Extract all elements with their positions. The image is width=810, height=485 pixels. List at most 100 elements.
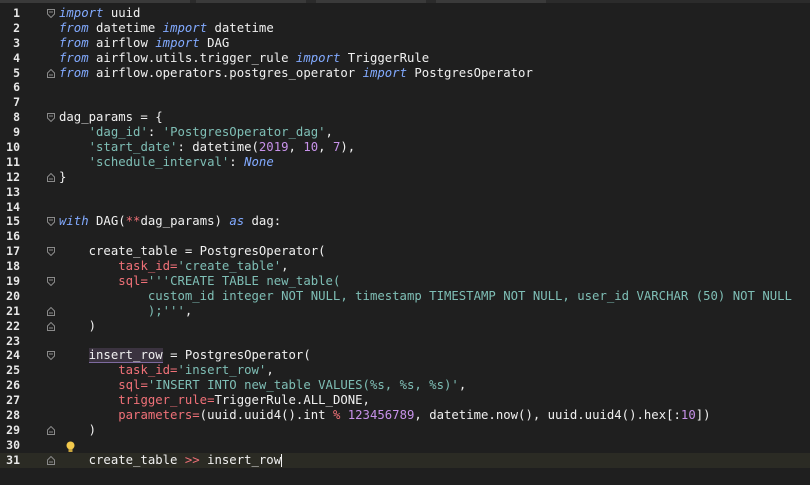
fold-open-icon[interactable] [47, 113, 55, 123]
code-line[interactable]: 27 trigger_rule=TriggerRule.ALL_DONE, [0, 393, 810, 408]
code-line[interactable]: 7 [0, 95, 810, 110]
line-number: 20 [6, 288, 20, 303]
code-token: , [318, 140, 333, 155]
code-line[interactable]: 13 [0, 185, 810, 200]
code-text[interactable]: 'dag_id': 'PostgresOperator_dag', [59, 125, 333, 140]
line-number: 13 [6, 184, 20, 199]
fold-open-icon[interactable] [47, 247, 55, 257]
code-token: with [59, 214, 89, 229]
code-text[interactable]: custom_id integer NOT NULL, timestamp TI… [59, 289, 792, 304]
code-token: insert_row [88, 348, 163, 364]
code-line[interactable]: 6 [0, 80, 810, 95]
line-number: 17 [6, 244, 20, 259]
tab[interactable] [316, 0, 426, 3]
code-token: from [59, 50, 89, 65]
code-text[interactable]: ) [59, 319, 96, 334]
fold-close-icon[interactable] [47, 425, 55, 435]
fold-open-icon[interactable] [47, 9, 55, 18]
fold-close-icon[interactable] [47, 172, 55, 182]
code-text[interactable]: 'start_date': datetime(2019, 10, 7), [59, 140, 356, 155]
code-line[interactable]: 28 parameters=(uuid.uuid4().int % 123456… [0, 408, 810, 423]
code-line[interactable]: 2 from datetime import datetime [0, 21, 810, 36]
code-line[interactable]: 18 task_id='create_table', [0, 259, 810, 274]
code-token: ) [59, 318, 97, 333]
fold-open-icon[interactable] [47, 217, 55, 227]
tab-strip [0, 0, 810, 3]
fold-close-icon[interactable] [47, 68, 55, 78]
code-text[interactable]: insert_row = PostgresOperator( [59, 348, 311, 364]
code-token: create_table = PostgresOperator( [59, 244, 326, 259]
text-cursor [281, 453, 283, 467]
tab[interactable] [436, 0, 546, 3]
code-text[interactable]: } [59, 170, 66, 185]
code-token: sql= [118, 274, 148, 289]
code-line[interactable]: 14 [0, 200, 810, 215]
code-line[interactable]: 22 ) [0, 319, 810, 334]
fold-open-icon[interactable] [47, 277, 55, 287]
line-number: 10 [6, 140, 20, 155]
fold-close-icon[interactable] [47, 306, 55, 316]
code-text[interactable]: trigger_rule=TriggerRule.ALL_DONE, [59, 393, 370, 408]
code-text[interactable]: from airflow.utils.trigger_rule import T… [59, 51, 429, 66]
code-token: >> [184, 452, 200, 467]
code-text[interactable]: create_table >> insert_row [59, 452, 283, 468]
code-token: task_id= [118, 259, 178, 274]
line-number: 15 [6, 214, 20, 229]
code-line[interactable]: 24 insert_row = PostgresOperator( [0, 348, 810, 364]
code-line[interactable]: 26 sql='INSERT INTO new_table VALUES(%s,… [0, 378, 810, 393]
code-token: 'schedule_interval' [88, 154, 230, 169]
code-line[interactable]: 4 from airflow.utils.trigger_rule import … [0, 51, 810, 66]
code-line[interactable]: 16 [0, 229, 810, 244]
code-token: uuid [103, 6, 141, 20]
code-line[interactable]: 23 [0, 334, 810, 349]
code-token: , [281, 259, 289, 274]
code-token: import [362, 65, 407, 80]
code-line[interactable]: 19 sql='''CREATE TABLE new_table( [0, 274, 810, 289]
code-line[interactable]: 31 create_table >> insert_row [0, 452, 810, 468]
code-line[interactable]: 8 dag_params = { [0, 110, 810, 125]
code-text[interactable]: );''', [59, 304, 192, 319]
code-line[interactable]: 17 create_table = PostgresOperator( [0, 244, 810, 259]
code-token: ]) [695, 408, 711, 423]
code-line[interactable]: 30 [0, 438, 810, 453]
code-line[interactable]: 21 );''', [0, 304, 810, 319]
code-line[interactable]: 12} [0, 170, 810, 185]
code-text[interactable]: ) [59, 423, 96, 438]
code-token: ** [125, 214, 141, 229]
code-line[interactable]: 20 custom_id integer NOT NULL, timestamp… [0, 289, 810, 304]
code-token: ) [59, 422, 97, 437]
code-line[interactable]: 25 task_id='insert_row', [0, 363, 810, 378]
code-text[interactable]: from airflow import DAG [59, 36, 229, 51]
code-token: from [59, 65, 89, 80]
code-line[interactable]: 3 from airflow import DAG [0, 36, 810, 51]
code-text[interactable]: sql='''CREATE TABLE new_table( [59, 274, 340, 289]
code-text[interactable]: create_table = PostgresOperator( [59, 244, 326, 259]
code-text[interactable]: task_id='create_table', [59, 259, 289, 274]
code-text[interactable]: sql='INSERT INTO new_table VALUES(%s, %s… [59, 378, 466, 393]
code-line[interactable]: 9 'dag_id': 'PostgresOperator_dag', [0, 125, 810, 140]
code-line[interactable]: 5 from airflow.operators.postgres_operato… [0, 66, 810, 81]
code-line[interactable]: 29 ) [0, 423, 810, 438]
code-text[interactable]: import uuid [59, 6, 140, 21]
fold-close-icon[interactable] [47, 321, 55, 331]
code-token: parameters= [118, 408, 200, 423]
code-line[interactable]: 11 'schedule_interval': None [0, 155, 810, 170]
fold-close-icon[interactable] [47, 455, 55, 465]
code-editor[interactable]: 1 import uuid 2 from datetime import dateti… [0, 0, 810, 485]
code-text[interactable]: with DAG(**dag_params) as dag: [59, 214, 281, 229]
code-line[interactable]: 1 import uuid [0, 6, 810, 21]
code-text[interactable]: 'schedule_interval': None [59, 155, 274, 170]
code-text[interactable]: task_id='insert_row', [59, 363, 273, 378]
tab[interactable] [196, 0, 306, 3]
code-text[interactable]: from datetime import datetime [59, 21, 274, 36]
code-token: import [295, 50, 341, 65]
code-text[interactable]: dag_params = { [59, 110, 163, 125]
line-number: 9 [13, 125, 20, 140]
fold-open-icon[interactable] [47, 351, 55, 361]
code-text[interactable]: from airflow.operators.postgres_operator… [59, 66, 533, 81]
code-text[interactable]: parameters=(uuid.uuid4().int % 123456789… [59, 408, 711, 423]
code-line[interactable]: 10 'start_date': datetime(2019, 10, 7), [0, 140, 810, 155]
code-line[interactable]: 15 with DAG(**dag_params) as dag: [0, 214, 810, 229]
line-number: 27 [6, 393, 20, 408]
